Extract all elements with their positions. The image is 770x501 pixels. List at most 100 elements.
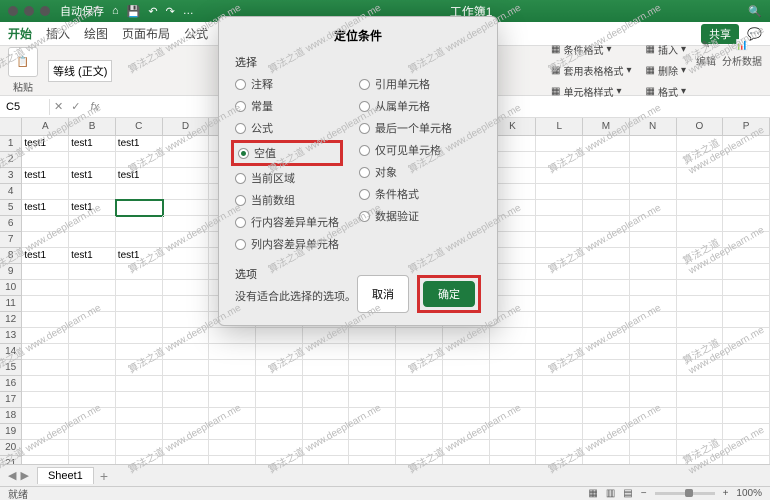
cell[interactable] [536, 152, 583, 168]
cell[interactable] [22, 424, 69, 440]
name-box[interactable]: C5 [0, 99, 50, 115]
cell[interactable] [723, 168, 770, 184]
cell[interactable] [69, 392, 116, 408]
col-header[interactable]: B [69, 118, 116, 135]
insert-cells[interactable]: ▦ 插入 ▾ [642, 40, 690, 59]
row-header[interactable]: 7 [0, 232, 22, 248]
cell[interactable] [723, 216, 770, 232]
cell[interactable] [630, 424, 677, 440]
cell[interactable] [536, 264, 583, 280]
cell[interactable] [583, 152, 630, 168]
cell[interactable] [116, 152, 163, 168]
cell[interactable] [163, 216, 210, 232]
cell[interactable] [536, 344, 583, 360]
radio-最后一个单元格[interactable]: 最后一个单元格 [359, 120, 452, 136]
cell[interactable] [583, 344, 630, 360]
view-layout-icon[interactable]: ▥ [606, 488, 615, 499]
cell[interactable] [303, 376, 350, 392]
cell[interactable] [583, 328, 630, 344]
cell[interactable] [209, 408, 256, 424]
row-header[interactable]: 3 [0, 168, 22, 184]
row-header[interactable]: 13 [0, 328, 22, 344]
cell[interactable] [443, 392, 490, 408]
zoom-out[interactable]: − [641, 488, 647, 499]
cell[interactable] [22, 232, 69, 248]
cell[interactable] [723, 232, 770, 248]
row-header[interactable]: 20 [0, 440, 22, 456]
cell[interactable] [116, 312, 163, 328]
cell[interactable] [630, 248, 677, 264]
cell[interactable] [677, 328, 724, 344]
cell[interactable] [536, 248, 583, 264]
cell[interactable] [22, 344, 69, 360]
cell[interactable] [22, 280, 69, 296]
save-icon[interactable]: 💾 [127, 5, 141, 18]
radio-公式[interactable]: 公式 [235, 120, 339, 136]
cell[interactable] [583, 200, 630, 216]
cell[interactable] [349, 392, 396, 408]
cell[interactable] [583, 424, 630, 440]
cell[interactable] [723, 296, 770, 312]
cell[interactable] [536, 376, 583, 392]
cell[interactable]: test1 [116, 168, 163, 184]
cell[interactable] [69, 184, 116, 200]
cell[interactable] [677, 296, 724, 312]
cell[interactable] [116, 296, 163, 312]
add-sheet-button[interactable]: + [100, 468, 108, 484]
cell[interactable] [443, 424, 490, 440]
cell[interactable] [349, 408, 396, 424]
home-icon[interactable]: ⌂ [112, 5, 119, 18]
cell[interactable] [69, 360, 116, 376]
cell[interactable] [256, 360, 303, 376]
col-header[interactable]: O [677, 118, 724, 135]
cell[interactable] [116, 392, 163, 408]
analyze-icon[interactable]: 📊 [736, 40, 748, 51]
cell[interactable] [163, 232, 210, 248]
cell[interactable] [303, 344, 350, 360]
cell[interactable] [163, 264, 210, 280]
cell[interactable] [677, 376, 724, 392]
zoom-in[interactable]: + [723, 488, 729, 499]
cell[interactable] [163, 344, 210, 360]
cell[interactable]: test1 [69, 168, 116, 184]
cell[interactable] [583, 168, 630, 184]
row-header[interactable]: 16 [0, 376, 22, 392]
cell[interactable] [116, 184, 163, 200]
cell[interactable] [163, 280, 210, 296]
cell[interactable] [303, 440, 350, 456]
tab-insert[interactable]: 插入 [46, 25, 70, 42]
tab-draw[interactable]: 绘图 [84, 25, 108, 42]
cell[interactable] [209, 424, 256, 440]
cell[interactable] [677, 232, 724, 248]
radio-数据验证[interactable]: 数据验证 [359, 208, 452, 224]
cell[interactable] [69, 216, 116, 232]
cell[interactable] [22, 440, 69, 456]
cell[interactable] [116, 440, 163, 456]
cell[interactable] [583, 136, 630, 152]
cell[interactable] [256, 328, 303, 344]
cell[interactable]: test1 [69, 136, 116, 152]
select-all-corner[interactable] [0, 118, 22, 135]
search-icon[interactable]: 🔍 [748, 5, 762, 18]
cell[interactable] [723, 280, 770, 296]
cell[interactable] [677, 200, 724, 216]
cell[interactable] [163, 200, 210, 216]
row-header[interactable]: 12 [0, 312, 22, 328]
cell[interactable] [22, 296, 69, 312]
cell[interactable] [396, 376, 443, 392]
cell[interactable] [583, 376, 630, 392]
cell[interactable] [536, 232, 583, 248]
cell[interactable] [536, 392, 583, 408]
cell[interactable] [630, 376, 677, 392]
row-header[interactable]: 18 [0, 408, 22, 424]
view-normal-icon[interactable]: ▦ [588, 488, 597, 499]
cell[interactable] [536, 280, 583, 296]
fx-cancel-icon[interactable]: ✕ [50, 100, 67, 113]
cell[interactable] [723, 248, 770, 264]
sheet-nav[interactable]: ◀▶ [8, 469, 29, 482]
cell[interactable]: test1 [22, 248, 69, 264]
cell[interactable] [396, 360, 443, 376]
delete-cells[interactable]: ▦ 删除 ▾ [642, 61, 690, 80]
cell[interactable] [209, 440, 256, 456]
cell[interactable] [116, 360, 163, 376]
